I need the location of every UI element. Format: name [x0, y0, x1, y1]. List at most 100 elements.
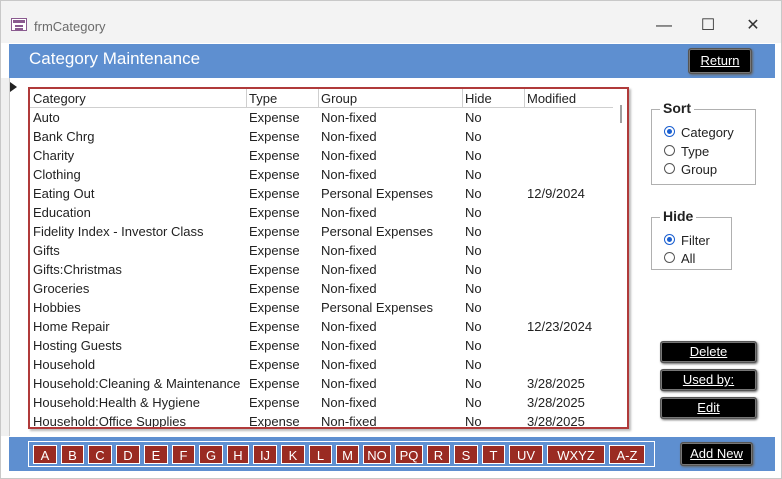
list-cell: No	[465, 205, 482, 220]
edit-button[interactable]: Edit	[660, 397, 757, 419]
letter-filter-button[interactable]: S	[454, 445, 478, 464]
list-item[interactable]: Bank Chrg Expense Non-fixed No	[30, 127, 613, 146]
delete-button[interactable]: Delete	[660, 341, 757, 363]
list-cell: Hobbies	[33, 300, 81, 315]
letter-filter-button[interactable]: M	[336, 445, 359, 464]
list-cell	[527, 241, 613, 260]
letter-filter-button[interactable]: IJ	[253, 445, 277, 464]
list-cell: No	[465, 148, 482, 163]
column-header: Hide	[465, 91, 492, 106]
letter-filter-button[interactable]: C	[88, 445, 112, 464]
letter-filter-button[interactable]: G	[199, 445, 223, 464]
list-cell: Expense	[249, 262, 300, 277]
used-by-button[interactable]: Used by:	[660, 369, 757, 391]
current-record-icon	[10, 82, 17, 92]
add-new-button[interactable]: Add New	[680, 442, 753, 466]
list-cell: Household:Office Supplies	[33, 414, 186, 429]
list-item[interactable]: Charity Expense Non-fixed No	[30, 146, 613, 165]
list-cell	[527, 146, 613, 165]
list-cell: Expense	[249, 186, 300, 201]
list-item[interactable]: Household:Cleaning & Maintenance Expense N…	[30, 374, 613, 393]
close-button[interactable]: ✕	[738, 11, 768, 41]
list-cell: Expense	[249, 319, 300, 334]
list-cell: Non-fixed	[321, 148, 377, 163]
letter-filter-button[interactable]: R	[427, 445, 450, 464]
column-divider	[246, 89, 247, 107]
letter-filter-button[interactable]: T	[482, 445, 505, 464]
list-cell: No	[465, 110, 482, 125]
maximize-button[interactable]: ☐	[693, 11, 723, 41]
list-item[interactable]: Fidelity Index - Investor Class Expense Pe…	[30, 222, 613, 241]
edit-label: Edit	[697, 400, 720, 415]
radio-button-icon[interactable]	[664, 252, 675, 263]
letter-filter-button[interactable]: B	[61, 445, 84, 464]
list-cell: No	[465, 414, 482, 429]
letter-filter-button[interactable]: L	[309, 445, 332, 464]
list-cell: No	[465, 129, 482, 144]
list-cell: Expense	[249, 205, 300, 220]
list-cell: Non-fixed	[321, 110, 377, 125]
return-label: Return	[700, 53, 740, 68]
list-cell: Clothing	[33, 167, 81, 182]
list-item[interactable]: Eating Out Expense Personal Expenses No 12/9…	[30, 184, 613, 203]
title-bar: frmCategory — ☐ ✕	[1, 1, 781, 43]
list-cell: Gifts	[33, 243, 60, 258]
radio-button-icon[interactable]	[664, 163, 675, 174]
list-cell: Non-fixed	[321, 167, 377, 182]
list-cell: No	[465, 338, 482, 353]
letter-filter-button[interactable]: WXYZ	[547, 445, 605, 464]
list-item[interactable]: Household:Office Supplies Expense Non-fixe…	[30, 412, 613, 429]
list-item[interactable]: Education Expense Non-fixed No	[30, 203, 613, 222]
list-cell: Home Repair	[33, 319, 110, 334]
list-item[interactable]: Home Repair Expense Non-fixed No 12/23/2024	[30, 317, 613, 336]
list-item[interactable]: Groceries Expense Non-fixed No	[30, 279, 613, 298]
letter-filter-button[interactable]: PQ	[395, 445, 423, 464]
window-title: frmCategory	[34, 19, 106, 34]
list-cell	[527, 298, 613, 317]
option-label: Type	[681, 143, 710, 159]
letter-filter-button[interactable]: E	[144, 445, 168, 464]
list-cell: 3/28/2025	[527, 376, 585, 391]
radio-button-icon[interactable]	[664, 126, 675, 137]
letter-filter-button[interactable]: A-Z	[609, 445, 645, 464]
letter-filter-button[interactable]: NO	[363, 445, 391, 464]
letter-filter-button[interactable]: A	[33, 445, 57, 464]
list-cell: No	[465, 357, 482, 372]
return-button[interactable]: Return	[688, 48, 752, 74]
list-cell: Non-fixed	[321, 338, 377, 353]
list-cell: Expense	[249, 281, 300, 296]
list-cell: Non-fixed	[321, 414, 377, 429]
letter-filter-button[interactable]: D	[116, 445, 140, 464]
scrollbar-thumb[interactable]	[620, 105, 622, 123]
list-item[interactable]: Auto Expense Non-fixed No	[30, 108, 613, 127]
list-item[interactable]: Hosting Guests Expense Non-fixed No	[30, 336, 613, 355]
radio-button-icon[interactable]	[664, 234, 675, 245]
list-cell: No	[465, 319, 482, 334]
category-list[interactable]: Category Type Group Hide Modified Auto Expens…	[28, 87, 629, 429]
letter-filter-button[interactable]: F	[172, 445, 195, 464]
letter-filter-button[interactable]: H	[227, 445, 249, 464]
list-cell: No	[465, 395, 482, 410]
list-item[interactable]: Household Expense Non-fixed No	[30, 355, 613, 374]
radio-button-icon[interactable]	[664, 144, 675, 156]
minimize-button[interactable]: —	[649, 11, 679, 41]
list-cell: Auto	[33, 110, 60, 125]
used-by-label: Used by:	[682, 372, 735, 387]
list-scrollbar[interactable]	[616, 89, 627, 427]
form-icon	[11, 18, 27, 31]
list-item[interactable]: Clothing Expense Non-fixed No	[30, 165, 613, 184]
list-cell: No	[465, 243, 482, 258]
letter-filter-button[interactable]: K	[281, 445, 305, 464]
column-header: Modified	[527, 91, 577, 106]
list-cell: Non-fixed	[321, 319, 377, 334]
list-cell	[527, 336, 613, 355]
sort-group: Sort Category Type Group	[651, 100, 756, 185]
record-selector[interactable]	[1, 78, 10, 436]
list-item[interactable]: Gifts:Christmas Expense Non-fixed No	[30, 260, 613, 279]
letter-filter-button[interactable]: UV	[509, 445, 543, 464]
list-cell: Expense	[249, 243, 300, 258]
list-item[interactable]: Gifts Expense Non-fixed No	[30, 241, 613, 260]
list-item[interactable]: Hobbies Expense Personal Expenses No	[30, 298, 613, 317]
list-cell: Expense	[249, 357, 300, 372]
list-item[interactable]: Household:Health & Hygiene Expense Non-fix…	[30, 393, 613, 412]
